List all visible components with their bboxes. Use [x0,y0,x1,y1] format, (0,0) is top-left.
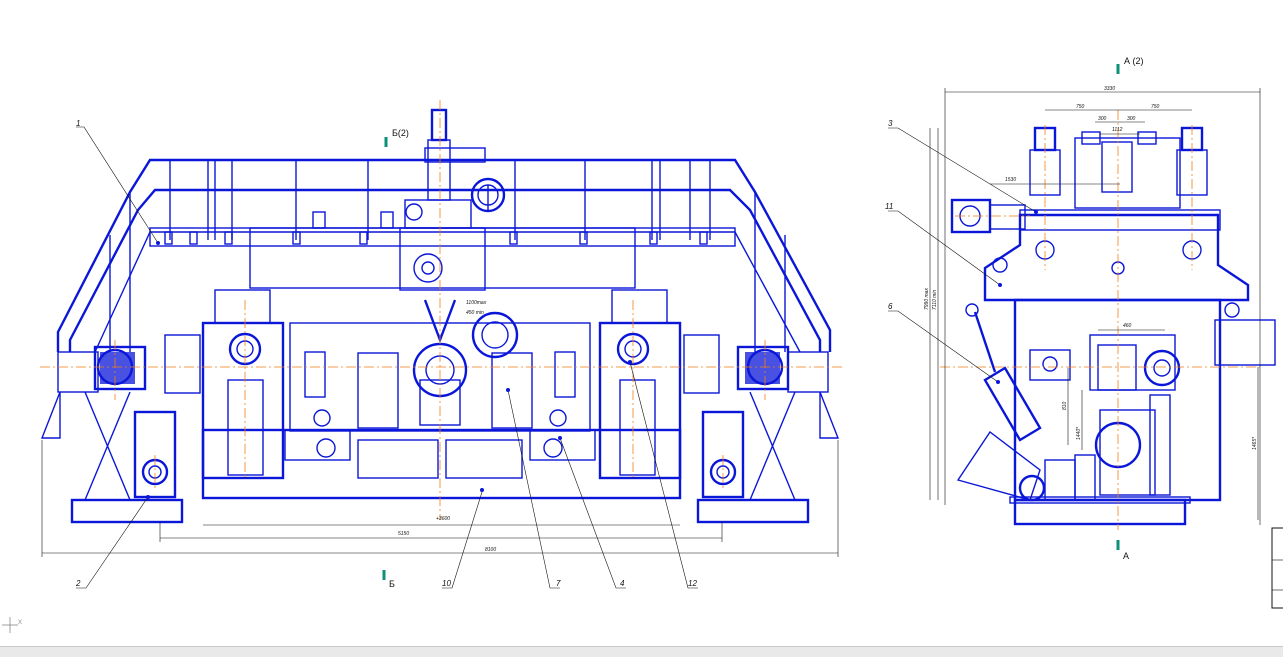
callout-12: 12 [688,579,697,588]
section-mark-top: Б(2) [392,128,409,138]
dim-left-span: 750 [1076,104,1085,110]
side-view: 3330 750 750 300 300 1112 1530 7990 max … [885,56,1283,609]
left-drive [40,334,201,524]
axis-indicator: X [2,617,22,633]
callout-11: 11 [885,202,893,211]
section-mark-bottom: Б [389,579,395,589]
dim-gear-h3: 1465* [1252,436,1258,450]
callout-10: 10 [442,579,451,588]
side-inclined-cylinder [956,303,1096,502]
dim-pitch-a: 300 [1098,116,1107,122]
dim-height-min: 7110 min [932,290,938,310]
dim-overall-width: 3330 [1104,86,1115,92]
top-cylinder [404,108,506,229]
dim-gear-h1: 810 [1062,401,1068,410]
upper-beam [149,211,736,291]
front-view: 8100 5150 +3600 1100max 450 min Б(2) Б 1… [40,100,845,589]
dim-inner: 5150 [398,531,409,537]
callout-2: 2 [75,579,81,588]
side-section-mark-top: А (2) [1124,56,1144,66]
status-bar [0,646,1283,657]
technical-drawing: 8100 5150 +3600 1100max 450 min Б(2) Б 1… [2,56,1283,633]
side-upper-housing [950,198,1250,302]
section-mark-b: Б(2) Б [382,128,409,589]
side-dimensions: 3330 750 750 300 300 1112 1530 7990 max … [924,86,1261,525]
dim-height-max: 7990 max [924,288,930,310]
side-base [1009,496,1191,526]
right-housing [598,289,682,480]
callout-3: 3 [888,119,893,128]
dim-detail-a: 1100max [466,300,487,306]
callout-7: 7 [556,579,561,588]
left-housing [201,289,285,480]
dim-centre: 1112 [1112,127,1123,133]
dim-gear-h2: 1440* [1076,426,1082,440]
dim-motor-offset: 1530 [1005,177,1016,183]
dim-right-span: 750 [1151,104,1160,110]
title-block-edge [1271,527,1283,609]
right-drive [683,334,840,524]
dim-height-note: +3600 [436,516,450,522]
dim-pitch-b: 300 [1127,116,1136,122]
callout-4: 4 [620,579,625,588]
side-top-actuators [1029,126,1208,209]
dim-overall: 8100 [485,547,496,553]
callout-1: 1 [76,119,80,128]
dim-gear-width: 460 [1123,323,1132,329]
lower-frame [201,428,682,500]
front-centerlines [40,100,845,520]
callout-6: 6 [888,302,893,311]
side-section-mark-bottom: А [1123,551,1129,561]
axis-x-label: X [18,620,22,626]
dim-detail-b: 450 min [466,310,484,316]
